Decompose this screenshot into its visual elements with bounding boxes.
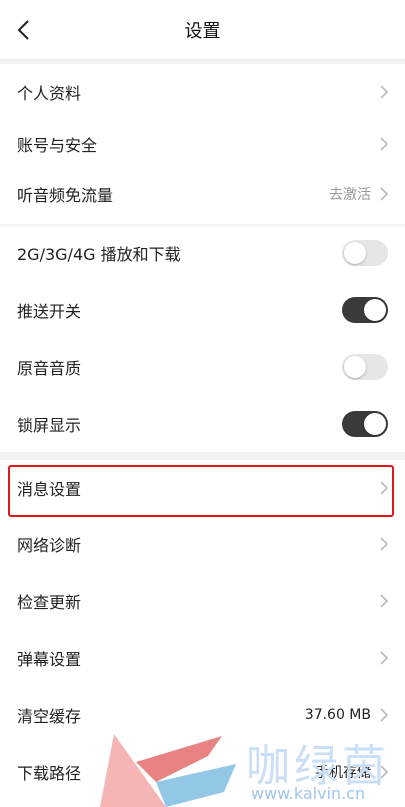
chevron-right-icon [380, 708, 389, 722]
page-title: 设置 [184, 21, 221, 42]
row-label: 检查更新 [17, 593, 82, 612]
network-diagnosis-row[interactable]: 网络诊断 [0, 516, 405, 572]
chevron-right-icon [380, 594, 389, 608]
row-label: 清空缓存 [17, 707, 82, 726]
free-data-status: 去激活 [329, 187, 371, 203]
mobile-data-toggle[interactable] [342, 240, 388, 266]
row-label: 下载路径 [17, 764, 82, 783]
toggle-knob [364, 413, 386, 435]
row-label: 原音音质 [17, 359, 82, 378]
download-path-row[interactable]: 下载路径 手机存储 [0, 744, 405, 800]
original-quality-row: 原音音质 [0, 339, 405, 395]
playback-settings-group: 2G/3G/4G 播放和下载 推送开关 原音音质 锁屏显示 [0, 226, 405, 452]
chevron-right-icon [380, 187, 389, 201]
message-settings-row[interactable]: 消息设置 [0, 460, 405, 516]
mobile-data-playback-row: 2G/3G/4G 播放和下载 [0, 225, 405, 281]
row-label: 推送开关 [17, 302, 82, 321]
chevron-right-icon [380, 481, 389, 495]
top-bar: 设置 [0, 0, 405, 60]
row-label: 网络诊断 [17, 536, 82, 555]
other-settings-group: 消息设置 网络诊断 检查更新 弹幕设置 清空缓存 37.60 MB 下载路径 手… [0, 460, 405, 807]
chevron-right-icon [380, 137, 389, 151]
row-label: 锁屏显示 [17, 416, 82, 435]
row-label: 个人资料 [17, 84, 82, 103]
toggle-knob [344, 242, 366, 264]
danmaku-settings-row[interactable]: 弹幕设置 [0, 630, 405, 686]
chevron-right-icon [380, 765, 389, 779]
chevron-right-icon [380, 85, 389, 99]
push-notification-row: 推送开关 [0, 282, 405, 338]
row-label: 2G/3G/4G 播放和下载 [17, 245, 181, 264]
row-label: 听音频免流量 [17, 186, 114, 205]
push-toggle[interactable] [342, 297, 388, 323]
original-quality-toggle[interactable] [342, 354, 388, 380]
lockscreen-toggle[interactable] [342, 411, 388, 437]
lockscreen-display-row: 锁屏显示 [0, 396, 405, 452]
row-label: 弹幕设置 [17, 650, 82, 669]
cache-size: 37.60 MB [304, 707, 371, 723]
download-path-value: 手机存储 [315, 765, 371, 781]
free-data-row[interactable]: 听音频免流量 去激活 [0, 166, 405, 222]
profile-row[interactable]: 个人资料 [0, 64, 405, 120]
toggle-knob [364, 299, 386, 321]
account-security-row[interactable]: 账号与安全 [0, 116, 405, 172]
chevron-right-icon [380, 651, 389, 665]
row-label: 账号与安全 [17, 136, 98, 155]
toggle-knob [344, 356, 366, 378]
account-settings-group: 个人资料 账号与安全 听音频免流量 去激活 [0, 64, 405, 224]
check-update-row[interactable]: 检查更新 [0, 573, 405, 629]
row-label: 消息设置 [17, 480, 82, 499]
chevron-right-icon [380, 537, 389, 551]
clear-cache-row[interactable]: 清空缓存 37.60 MB [0, 687, 405, 743]
